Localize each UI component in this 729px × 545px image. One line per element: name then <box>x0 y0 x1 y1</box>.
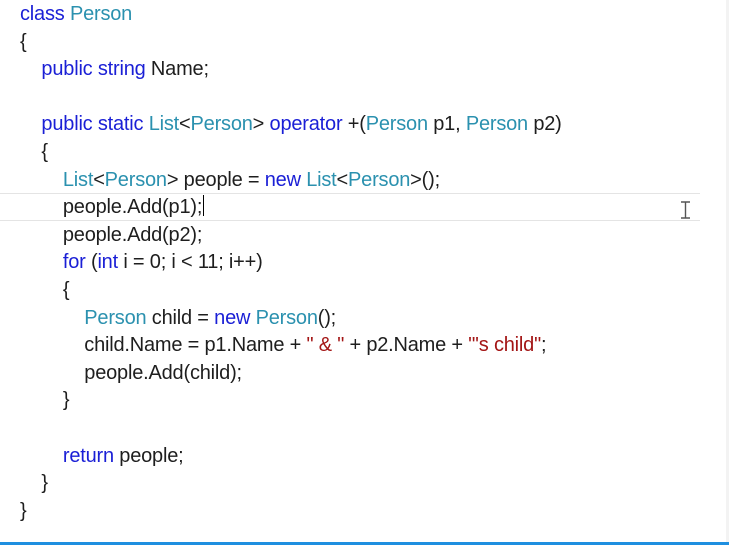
code-token: return <box>62 444 120 467</box>
code-token: >(); <box>410 168 440 191</box>
code-token: people.Add(child); <box>20 361 242 384</box>
code-token: } <box>20 472 48 495</box>
code-line[interactable]: } <box>20 469 729 497</box>
code-token: Name; <box>150 58 209 81</box>
code-token: p2) <box>527 113 562 136</box>
code-line[interactable]: { <box>20 28 729 56</box>
code-line[interactable]: for (int i = 0; i < 11; i++) <box>20 248 729 276</box>
code-token: class <box>20 3 70 25</box>
code-token: < <box>93 168 105 191</box>
code-line[interactable]: return people; <box>20 442 729 470</box>
code-token: > <box>252 113 270 136</box>
code-line[interactable]: } <box>20 386 729 414</box>
code-line[interactable]: people.Add(child); <box>20 359 729 387</box>
code-token: " & " <box>306 334 345 357</box>
code-line[interactable]: List<Person> people = new List<Person>()… <box>20 166 729 194</box>
code-token: people.Add(p1); <box>20 196 203 219</box>
ibeam-cursor-icon <box>681 201 690 219</box>
code-token: > people = <box>166 168 265 191</box>
code-line[interactable] <box>20 83 729 111</box>
code-token: for <box>62 251 91 274</box>
code-token: < <box>336 168 349 191</box>
code-line[interactable]: { <box>20 276 729 304</box>
code-token: { <box>20 141 48 163</box>
code-token: } <box>20 499 27 522</box>
code-token: List <box>62 168 94 191</box>
text-caret <box>203 195 205 217</box>
code-line[interactable]: child.Name = p1.Name + " & " + p2.Name +… <box>20 331 729 359</box>
code-token: child.Name = p1.Name + <box>20 334 307 357</box>
code-token: +( <box>347 113 366 136</box>
code-line[interactable] <box>20 414 729 442</box>
code-token: i = 0; i < 11; i++) <box>123 251 263 274</box>
code-line[interactable]: people.Add(p1); <box>20 193 729 221</box>
code-token: Person <box>255 306 318 329</box>
code-line[interactable]: { <box>20 138 729 166</box>
code-line[interactable]: public string Name; <box>20 55 729 83</box>
code-token: Person <box>84 306 147 329</box>
code-editor[interactable]: class Person{ public string Name; public… <box>0 0 729 545</box>
code-token: { <box>20 30 27 53</box>
code-token: } <box>20 389 70 412</box>
code-token: Person <box>348 168 411 191</box>
code-line[interactable]: Person child = new Person(); <box>20 304 729 332</box>
code-token: Person <box>69 3 133 25</box>
code-token: public string <box>20 58 151 81</box>
code-token: Person <box>104 168 167 191</box>
code-token: Person <box>465 113 528 136</box>
code-token: List <box>306 168 337 191</box>
code-token: Person <box>365 113 428 136</box>
code-token: ; <box>540 334 547 357</box>
code-token: < <box>179 113 191 136</box>
code-token: p1, <box>427 113 466 136</box>
code-line[interactable]: class Person <box>20 0 729 28</box>
code-token: { <box>20 279 70 301</box>
code-token: child = <box>146 306 215 329</box>
code-token: people; <box>119 444 184 467</box>
code-token: operator <box>269 113 348 136</box>
code-token: Person <box>190 113 253 136</box>
code-line[interactable]: } <box>20 497 729 525</box>
code-line[interactable]: public static List<Person> operator +(Pe… <box>20 110 729 138</box>
code-token: (); <box>317 306 337 329</box>
code-token: public static <box>20 113 149 136</box>
code-token: int <box>97 251 124 274</box>
code-line[interactable]: people.Add(p2); <box>20 221 729 249</box>
code-token: + p2.Name + <box>344 334 469 357</box>
code-token: "'s child" <box>468 334 541 357</box>
code-token: new <box>264 168 307 191</box>
code-token: new <box>214 306 256 329</box>
code-token: people.Add(p2); <box>20 223 203 246</box>
code-token: List <box>148 113 180 136</box>
